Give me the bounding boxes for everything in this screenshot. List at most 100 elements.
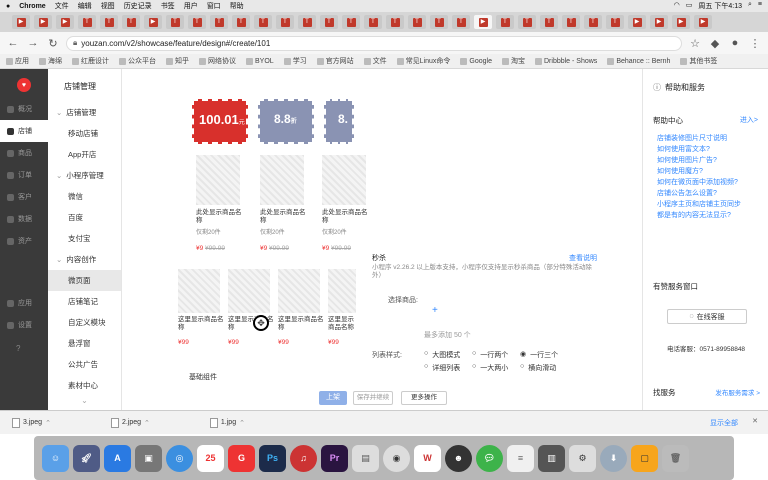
- books-icon[interactable]: ▥: [538, 444, 565, 472]
- help-link[interactable]: 店铺公告怎么设置?: [657, 188, 767, 199]
- browser-tab[interactable]: ▶: [628, 15, 646, 29]
- photo-icon[interactable]: ▣: [135, 444, 162, 472]
- goods-image[interactable]: [278, 269, 320, 313]
- subnav-item[interactable]: 移动店铺: [48, 123, 121, 144]
- browser-tab[interactable]: ▶: [144, 15, 162, 29]
- subnav-item[interactable]: 悬浮窗: [48, 333, 121, 354]
- browser-tab[interactable]: T: [606, 15, 624, 29]
- subnav-group-store[interactable]: 店铺管理: [48, 102, 121, 123]
- bookmark-item[interactable]: 文件: [363, 56, 387, 66]
- bookmark-item[interactable]: 学习: [283, 56, 307, 66]
- menu-history[interactable]: 历史记录: [124, 1, 152, 11]
- coupon-card[interactable]: 8.: [324, 99, 354, 144]
- wps-icon[interactable]: W: [414, 444, 441, 472]
- browser-tab[interactable]: T: [298, 15, 316, 29]
- goods-card[interactable]: 此处显示商品名称 仅剩20件 ¥9 ¥99.99: [260, 209, 308, 252]
- browser-tab[interactable]: T: [254, 15, 272, 29]
- premiere-icon[interactable]: Pr: [321, 444, 348, 472]
- bookmark-item[interactable]: 网络协议: [199, 56, 236, 66]
- subnav-item[interactable]: 素材中心: [48, 375, 121, 396]
- style-option-selected[interactable]: ◉ 一行三个: [520, 350, 558, 360]
- help-link[interactable]: 都是有的内容无法显示?: [657, 210, 767, 221]
- menu-app[interactable]: Chrome: [19, 3, 45, 10]
- apple-icon[interactable]: ●: [6, 3, 10, 10]
- bookmark-item[interactable]: 知乎: [166, 56, 189, 66]
- menu-help[interactable]: 帮助: [230, 1, 244, 11]
- finder-icon[interactable]: ☺: [42, 444, 69, 472]
- browser-tab[interactable]: T: [276, 15, 294, 29]
- nav-store[interactable]: 店铺: [0, 120, 48, 142]
- safari-icon[interactable]: ◎: [166, 444, 193, 472]
- browser-tab[interactable]: T: [210, 15, 228, 29]
- bookmark-item[interactable]: 海绵: [39, 56, 62, 66]
- wechat-icon[interactable]: 💬︎: [476, 444, 503, 472]
- browser-tab[interactable]: T: [452, 15, 470, 29]
- add-goods-plus-icon[interactable]: +: [432, 305, 438, 316]
- g-app-icon[interactable]: G: [228, 444, 255, 472]
- calendar-icon[interactable]: 25: [197, 444, 224, 472]
- subnav-group-miniapp[interactable]: 小程序管理: [48, 165, 121, 186]
- subnav-group-content[interactable]: 内容创作: [48, 249, 121, 270]
- nav-apps[interactable]: 应用: [0, 292, 48, 314]
- browser-tab[interactable]: ▶: [12, 15, 30, 29]
- subnav-item[interactable]: 支付宝: [48, 228, 121, 249]
- help-link[interactable]: 如何使用富文本?: [657, 144, 767, 155]
- notes-icon[interactable]: ≡: [507, 444, 534, 472]
- extension-icon[interactable]: ◆: [708, 37, 722, 50]
- more-menu-icon[interactable]: ⋮: [748, 37, 762, 50]
- style-option[interactable]: ○ 一行两个: [472, 350, 508, 360]
- bookmark-item[interactable]: Behance :: Bernh: [607, 57, 670, 65]
- bookmark-item[interactable]: Google: [460, 57, 492, 65]
- reload-icon[interactable]: ↻: [46, 37, 60, 50]
- bookmark-item[interactable]: BYOL: [246, 57, 274, 65]
- chevron-down-icon[interactable]: ⌄: [48, 396, 121, 405]
- menu-view[interactable]: 视图: [101, 1, 115, 11]
- address-bar[interactable]: 🔒︎ youzan.com/v2/showcase/feature/design…: [66, 35, 682, 51]
- coupon-card[interactable]: 8.8折: [258, 99, 314, 144]
- menu-user[interactable]: 用户: [184, 1, 198, 11]
- help-link[interactable]: 如何在微页面中添加视频?: [657, 177, 767, 188]
- nav-goods[interactable]: 商品: [0, 142, 48, 164]
- keynote-icon[interactable]: ▤: [352, 444, 379, 472]
- bookmark-item[interactable]: 应用: [6, 56, 29, 66]
- bookmark-item[interactable]: 红鹿设计: [72, 56, 109, 66]
- goods-card[interactable]: 这里显示商品名称 ¥99: [328, 316, 358, 346]
- browser-tab[interactable]: T: [166, 15, 184, 29]
- nav-orders[interactable]: 订单: [0, 164, 48, 186]
- post-demand-link[interactable]: 发布服务需求 >: [715, 387, 760, 397]
- preview-icon[interactable]: ▢: [631, 444, 658, 472]
- subnav-item[interactable]: App开店: [48, 144, 121, 165]
- chrome-icon[interactable]: ◉: [383, 444, 410, 472]
- menu-list-icon[interactable]: ≡: [758, 1, 762, 11]
- youzan-logo[interactable]: ♥: [17, 78, 31, 92]
- bookmark-item[interactable]: 公众平台: [119, 56, 156, 66]
- subnav-item[interactable]: 微信: [48, 186, 121, 207]
- browser-tab[interactable]: ▶: [694, 15, 712, 29]
- save-continue-button[interactable]: 保存并继续: [353, 391, 393, 405]
- browser-tab[interactable]: T: [584, 15, 602, 29]
- browser-tab[interactable]: T: [122, 15, 140, 29]
- panel-help-link[interactable]: 查看说明: [569, 253, 597, 263]
- goods-image[interactable]: [228, 269, 270, 313]
- browser-tab[interactable]: T: [496, 15, 514, 29]
- browser-tab[interactable]: T: [518, 15, 536, 29]
- clock[interactable]: 周五 下午4:13: [698, 1, 742, 11]
- subnav-item-micropage[interactable]: 微页面: [48, 270, 121, 291]
- help-center-enter-link[interactable]: 进入>: [740, 115, 758, 125]
- download-item[interactable]: 1.jpg ⌃: [209, 417, 245, 428]
- subnav-item[interactable]: 百度: [48, 207, 121, 228]
- goods-card[interactable]: 此处显示商品名称 仅剩20件 ¥9 ¥99.99: [322, 209, 370, 252]
- nav-overview[interactable]: 概况: [0, 98, 48, 120]
- launchpad-icon[interactable]: 🚀︎: [73, 444, 100, 472]
- help-link[interactable]: 如何使用魔方?: [657, 166, 767, 177]
- browser-tab[interactable]: ▶: [34, 15, 52, 29]
- goods-image[interactable]: [196, 155, 240, 205]
- trash-icon[interactable]: 🗑︎: [662, 444, 689, 472]
- online-service-button[interactable]: ◌ 在线客服: [667, 309, 747, 324]
- wifi-icon[interactable]: ◠: [674, 1, 680, 11]
- help-icon[interactable]: ?: [0, 336, 48, 353]
- subnav-item[interactable]: 店铺笔记: [48, 291, 121, 312]
- menu-file[interactable]: 文件: [55, 1, 69, 11]
- browser-tab[interactable]: T: [320, 15, 338, 29]
- nav-customers[interactable]: 客户: [0, 186, 48, 208]
